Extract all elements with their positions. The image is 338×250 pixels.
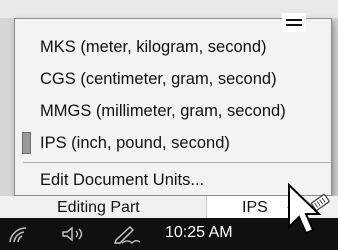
menu-item-edit-document-units[interactable]: Edit Document Units...	[15, 167, 331, 193]
selected-indicator-icon	[22, 132, 31, 154]
pen-icon[interactable]	[112, 224, 142, 244]
units-selector[interactable]: IPS ▲	[206, 196, 296, 218]
units-value: IPS	[242, 199, 268, 216]
speaker-icon[interactable]	[60, 224, 90, 244]
menu-item-cgs[interactable]: CGS (centimeter, gram, second)	[15, 66, 331, 92]
wifi-icon[interactable]	[8, 224, 30, 244]
menu-item-label: MKS (meter, kilogram, second)	[40, 38, 267, 56]
menu-item-label: IPS (inch, pound, second)	[40, 134, 230, 152]
menu-item-ips[interactable]: IPS (inch, pound, second)	[15, 130, 331, 156]
menu-item-mmgs[interactable]: MMGS (millimeter, gram, second)	[15, 98, 331, 124]
units-menu: MKS (meter, kilogram, second) CGS (centi…	[14, 18, 332, 196]
editing-status-label: Editing Part	[57, 199, 140, 216]
clock[interactable]: 10:25 AM	[165, 224, 233, 242]
notification-icon[interactable]	[282, 13, 306, 32]
menu-item-mks[interactable]: MKS (meter, kilogram, second)	[15, 34, 331, 60]
menu-separator	[23, 162, 331, 163]
menu-item-label: CGS (centimeter, gram, second)	[40, 70, 277, 88]
menu-item-label: MMGS (millimeter, gram, second)	[40, 102, 286, 120]
menu-item-label: Edit Document Units...	[40, 171, 205, 189]
mouse-cursor-icon	[288, 183, 322, 235]
